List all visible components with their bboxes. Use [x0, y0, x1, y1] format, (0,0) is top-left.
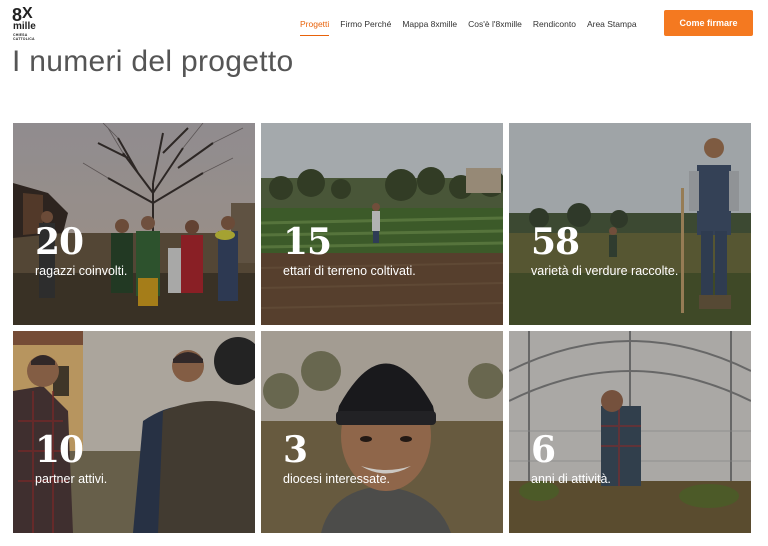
stat-tile-anni[interactable]: 6 anni di attività.: [509, 331, 751, 533]
stat-number: 15: [283, 221, 332, 263]
stat-tile-ettari[interactable]: 15 ettari di terreno coltivati.: [261, 123, 503, 325]
nav-item-firmo-perche[interactable]: Firmo Perché: [340, 18, 391, 36]
stat-number: 10: [35, 429, 84, 471]
main-nav: Progetti Firmo Perché Mappa 8xmille Cos'…: [300, 18, 648, 36]
stat-number: 3: [283, 429, 308, 471]
nav-item-cose-8xmille[interactable]: Cos'è l'8xmille: [468, 18, 522, 36]
stat-number: 20: [35, 221, 84, 263]
come-firmare-button[interactable]: Come firmare: [664, 10, 753, 36]
nav-item-area-stampa[interactable]: Area Stampa: [587, 18, 637, 36]
stat-label: ragazzi coinvolti.: [35, 264, 128, 278]
page-title: I numeri del progetto: [12, 45, 294, 78]
stat-label: anni di attività.: [531, 472, 611, 486]
logo-8xmille[interactable]: 8 X mille CHIESA CATTOLICA: [12, 5, 44, 41]
stat-tile-partner[interactable]: 10 partner attivi.: [13, 331, 255, 533]
stat-tile-diocesi[interactable]: 3 diocesi interessate.: [261, 331, 503, 533]
stat-tile-ragazzi[interactable]: 20 ragazzi coinvolti.: [13, 123, 255, 325]
stat-number: 58: [531, 221, 580, 263]
logo-subtitle: CHIESA CATTOLICA: [13, 33, 35, 41]
logo-mille: mille: [13, 21, 36, 32]
stat-label: ettari di terreno coltivati.: [283, 264, 416, 278]
nav-item-rendiconto[interactable]: Rendiconto: [533, 18, 576, 36]
nav-item-progetti[interactable]: Progetti: [300, 18, 330, 36]
stat-label: partner attivi.: [35, 472, 108, 486]
stat-label: varietà di verdure raccolte.: [531, 264, 679, 278]
stat-number: 6: [531, 429, 556, 471]
logo-subtitle-line2: CATTOLICA: [13, 37, 35, 41]
stat-tile-varieta[interactable]: 58 varietà di verdure raccolte.: [509, 123, 751, 325]
nav-item-mappa[interactable]: Mappa 8xmille: [402, 18, 457, 36]
stat-label: diocesi interessate.: [283, 472, 391, 486]
